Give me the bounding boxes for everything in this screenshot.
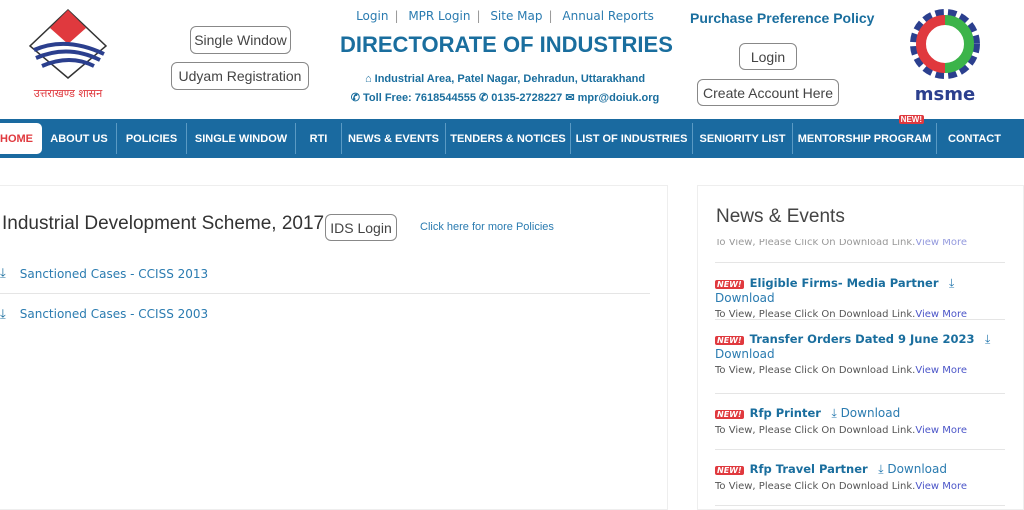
new-badge: NEW! <box>715 410 744 419</box>
phone-icon: ✆ <box>350 92 364 104</box>
mpr-login-link[interactable]: MPR Login <box>408 9 470 23</box>
login-link[interactable]: Login <box>356 9 388 23</box>
new-badge: NEW! <box>715 280 744 289</box>
address: Industrial Area, Patel Nagar, Dehradun, … <box>374 73 646 85</box>
annual-reports-link[interactable]: Annual Reports <box>562 9 654 23</box>
view-more-link[interactable]: View More <box>915 309 967 320</box>
nav-single-window[interactable]: SINGLE WINDOW <box>187 123 296 154</box>
nav-seniority-list[interactable]: SENIORITY LIST <box>693 123 793 154</box>
news-item: To View, Please Click On Download Link.V… <box>715 239 1005 263</box>
news-sub: To View, Please Click On Download Link. <box>715 365 916 376</box>
download-label: Download <box>887 462 947 476</box>
news-item-title[interactable]: Rfp Travel Partner <box>750 462 868 476</box>
nav-tenders-notices[interactable]: TENDERS & NOTICES <box>446 123 571 154</box>
single-window-button[interactable]: Single Window <box>190 26 291 54</box>
news-sub: To View, Please Click On Download Link. <box>715 481 916 492</box>
gov-logo-text: उत्तराखण्ड शासन <box>33 87 103 100</box>
download-link[interactable]: ⤓ Download <box>831 406 900 420</box>
ids-login-button[interactable]: IDS Login <box>325 214 397 241</box>
download-icon: ⤓ <box>0 266 6 281</box>
home-icon: ⌂ <box>364 73 375 85</box>
download-label: Download <box>715 347 775 361</box>
case-link[interactable]: Sanctioned Cases - CCISS 2003 <box>20 307 208 321</box>
purchase-preference-policy-link[interactable]: Purchase Preference Policy <box>690 10 874 26</box>
news-item: NEW! Rfp Travel Partner ⤓ Download To Vie… <box>715 462 1005 506</box>
uttarakhand-logo[interactable]: उत्तराखण्ड शासन <box>26 6 116 100</box>
new-badge: NEW! <box>898 115 924 124</box>
nav-news-events[interactable]: NEWS & EVENTS <box>342 123 446 154</box>
nav-home[interactable]: HOME <box>0 123 42 154</box>
nav-about-us[interactable]: ABOUT US <box>42 123 117 154</box>
new-badge: NEW! <box>715 466 744 475</box>
download-label: Download <box>840 406 901 420</box>
view-more-link[interactable]: View More <box>915 481 967 492</box>
view-more-link[interactable]: View More <box>915 365 967 376</box>
site-map-link[interactable]: Site Map <box>490 9 542 23</box>
download-label: Download <box>715 291 775 305</box>
udyam-registration-button[interactable]: Udyam Registration <box>171 62 309 90</box>
news-item-title[interactable]: Eligible Firms- Media Partner <box>750 276 939 290</box>
news-item: NEW! Rfp Printer ⤓ Download To View, Plea… <box>715 406 1005 450</box>
new-badge: NEW! <box>715 336 744 345</box>
toll-free: Toll Free: 7618544555 <box>363 92 476 104</box>
nav-rti[interactable]: RTI <box>296 123 342 154</box>
news-sub: To View, Please Click On Download Link. <box>715 239 916 248</box>
download-link[interactable]: ⤓ Download <box>878 462 947 476</box>
contact-info: ⌂ Industrial Area, Patel Nagar, Dehradun… <box>335 70 675 108</box>
news-item-title[interactable]: Transfer Orders Dated 9 June 2023 <box>750 332 975 346</box>
site-title: DIRECTORATE OF INDUSTRIES <box>340 32 673 57</box>
main-nav: HOME ABOUT US POLICIES SINGLE WINDOW RTI… <box>0 115 1024 158</box>
news-item: NEW! Transfer Orders Dated 9 June 2023 ⤓ … <box>715 332 1005 394</box>
nav-contact[interactable]: CONTACT <box>937 123 1012 154</box>
news-item-title[interactable]: Rfp Printer <box>750 406 821 420</box>
phone-icon: ✆ <box>479 92 492 104</box>
view-more-link[interactable]: View More <box>915 239 967 248</box>
login-button[interactable]: Login <box>739 43 797 70</box>
case-link[interactable]: Sanctioned Cases - CCISS 2013 <box>20 267 208 281</box>
mail-icon: ✉ <box>565 92 578 104</box>
msme-logo[interactable]: msme <box>900 6 990 110</box>
news-sub: To View, Please Click On Download Link. <box>715 309 916 320</box>
email-link[interactable]: mpr@doiuk.org <box>578 92 660 104</box>
nav-mentorship-program[interactable]: MENTORSHIP PROGRAM NEW! <box>793 115 937 154</box>
list-item[interactable]: ⤓ Sanctioned Cases - CCISS 2013 <box>0 254 650 294</box>
nav-list-of-industries[interactable]: LIST OF INDUSTRIES <box>571 123 693 154</box>
top-links: Login | MPR Login | Site Map | Annual Repor… <box>356 9 654 23</box>
download-icon: ⤓ <box>0 306 6 322</box>
news-sub: To View, Please Click On Download Link. <box>715 425 916 436</box>
page-title: Industrial Development Scheme, 2017 (IDS… <box>2 213 374 234</box>
view-more-link[interactable]: View More <box>915 425 967 436</box>
nav-label: MENTORSHIP PROGRAM <box>797 132 932 145</box>
news-title: News & Events <box>716 206 845 227</box>
msme-gear-icon <box>910 9 980 79</box>
nav-policies[interactable]: POLICIES <box>117 123 187 154</box>
more-policies-link[interactable]: Click here for more Policies <box>420 221 554 233</box>
list-item[interactable]: ⤓ Sanctioned Cases - CCISS 2003 <box>0 294 650 334</box>
msme-logo-text: msme <box>914 84 976 105</box>
phone: 0135-2728227 <box>491 92 563 104</box>
uttarakhand-emblem-icon <box>28 8 108 79</box>
create-account-button[interactable]: Create Account Here <box>697 79 839 106</box>
news-item: NEW! Eligible Firms- Media Partner ⤓ Down… <box>715 276 1005 320</box>
